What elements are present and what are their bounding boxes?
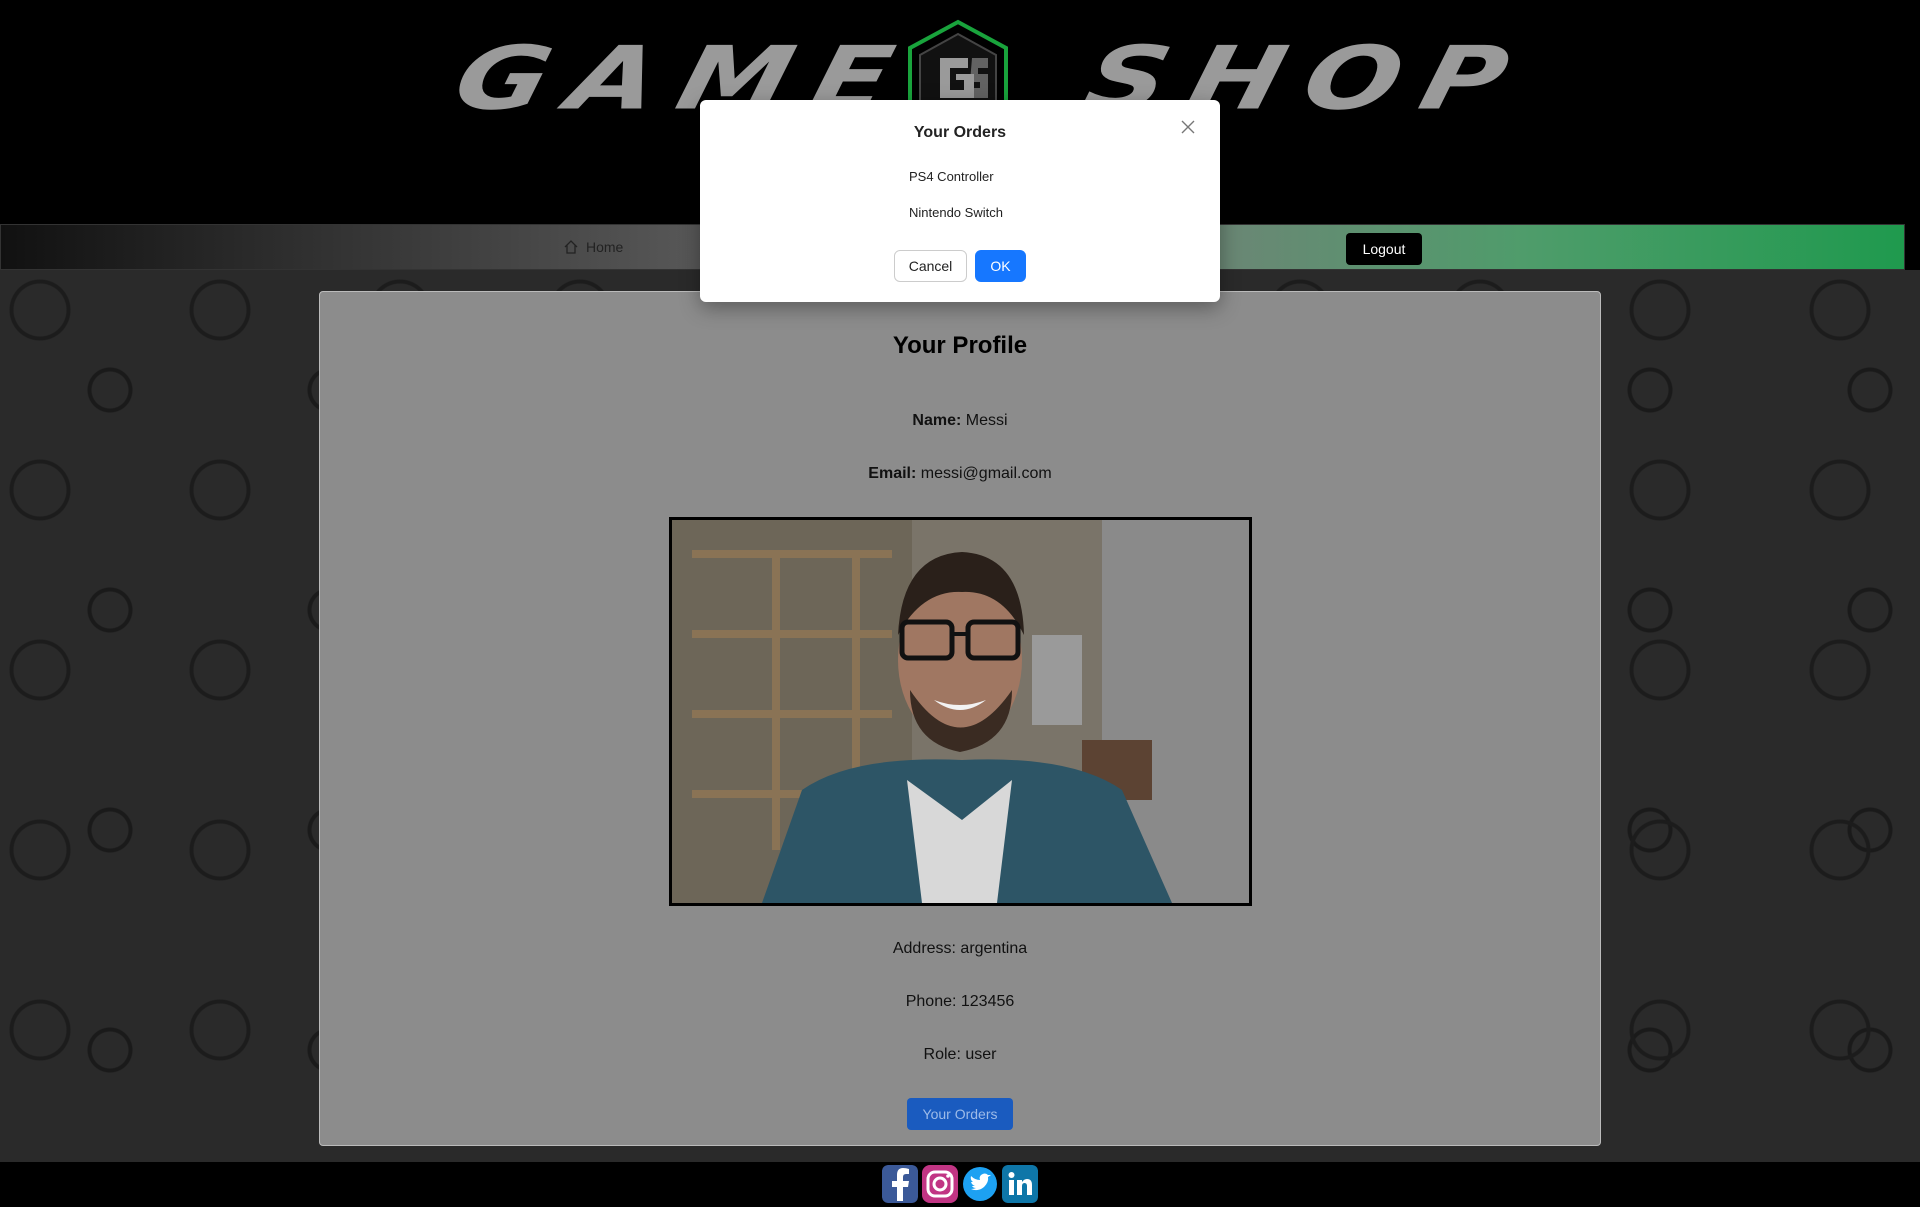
close-icon[interactable] bbox=[1176, 116, 1200, 140]
ok-button[interactable]: OK bbox=[975, 250, 1026, 282]
orders-modal: Your Orders PS4 Controller Nintendo Swit… bbox=[700, 100, 1220, 302]
cancel-button[interactable]: Cancel bbox=[894, 250, 967, 282]
order-item: PS4 Controller bbox=[909, 169, 994, 184]
modal-overlay: Your Orders PS4 Controller Nintendo Swit… bbox=[0, 0, 1920, 1207]
modal-title: Your Orders bbox=[913, 124, 1007, 141]
order-item: Nintendo Switch bbox=[909, 205, 1003, 220]
